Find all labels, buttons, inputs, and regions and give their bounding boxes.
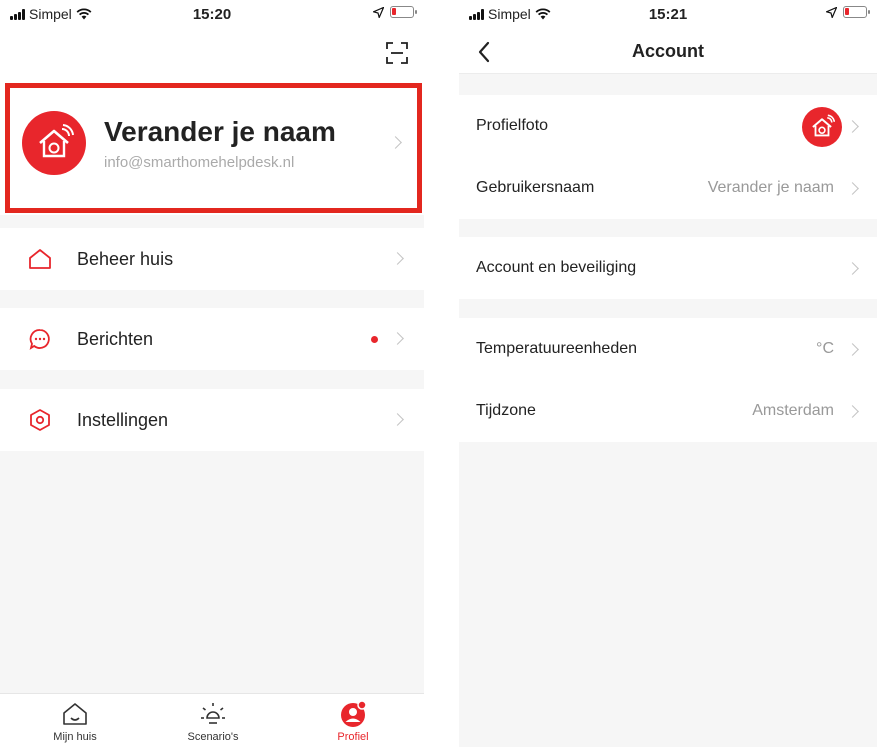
sun-icon xyxy=(201,703,225,724)
menu-item-berichten[interactable]: Berichten xyxy=(0,308,424,370)
profile-screen: Simpel 15:20 Verander je naam info@smart… xyxy=(0,0,424,747)
row-temperatuureenheden[interactable]: Temperatuureenheden °C xyxy=(459,318,877,380)
tab-label: Scenario's xyxy=(187,731,239,743)
clock: 15:21 xyxy=(648,6,688,23)
profile-icon xyxy=(341,700,367,727)
tab-bar: Mijn huis Scenario's Profiel xyxy=(0,693,424,747)
chevron-right-icon xyxy=(391,413,404,426)
account-screen: Simpel 15:21 Account Profielfoto Gebruik… xyxy=(459,0,877,747)
menu-item-beheer-huis[interactable]: Beheer huis xyxy=(0,228,424,290)
page-title: Account xyxy=(632,41,704,61)
menu-item-label: Instellingen xyxy=(77,410,169,430)
row-label: Account en beveiliging xyxy=(476,259,637,276)
nav-bar: Account xyxy=(459,28,877,74)
status-right-icons xyxy=(826,6,870,18)
highlight-box xyxy=(5,83,422,213)
row-label: Profielfoto xyxy=(476,117,549,134)
tab-mijn-huis[interactable]: Mijn huis xyxy=(30,700,120,743)
chevron-right-icon xyxy=(846,120,859,133)
row-account-en-beveiliging[interactable]: Account en beveiliging xyxy=(459,237,877,299)
menu-item-label: Berichten xyxy=(77,329,154,349)
row-profielfoto[interactable]: Profielfoto xyxy=(459,95,877,157)
tab-label: Mijn huis xyxy=(53,731,97,743)
tab-profiel[interactable]: Profiel xyxy=(308,700,398,743)
unread-dot xyxy=(371,336,378,343)
row-gebruikersnaam[interactable]: Gebruikersnaam Verander je naam xyxy=(459,157,877,219)
home-icon xyxy=(63,703,87,725)
battery-icon xyxy=(390,6,417,18)
top-bar xyxy=(0,28,424,80)
status-bar: Simpel 15:20 xyxy=(0,0,424,28)
menu-item-label: Beheer huis xyxy=(77,249,174,269)
chat-bubble-icon xyxy=(29,329,50,350)
status-bar: Simpel 15:21 xyxy=(459,0,877,28)
chevron-right-icon xyxy=(846,182,859,195)
row-label: Temperatuureenheden xyxy=(476,340,638,357)
home-outline-icon xyxy=(29,249,51,269)
row-value: °C xyxy=(816,340,834,357)
smart-home-avatar-icon xyxy=(802,107,842,147)
battery-icon xyxy=(843,6,870,18)
row-label: Tijdzone xyxy=(476,402,536,419)
tab-scenarios[interactable]: Scenario's xyxy=(168,700,258,743)
location-arrow-icon xyxy=(373,6,384,18)
row-label: Gebruikersnaam xyxy=(476,179,595,196)
row-tijdzone[interactable]: Tijdzone Amsterdam xyxy=(459,380,877,442)
chevron-right-icon xyxy=(846,405,859,418)
chevron-right-icon xyxy=(391,332,404,345)
row-value: Verander je naam xyxy=(707,179,834,196)
clock: 15:20 xyxy=(192,6,232,23)
menu-item-instellingen[interactable]: Instellingen xyxy=(0,389,424,451)
status-right-icons xyxy=(373,6,417,18)
hexagon-settings-icon xyxy=(30,409,50,431)
row-value: Amsterdam xyxy=(752,402,834,419)
scan-icon[interactable] xyxy=(386,42,408,64)
tab-label: Profiel xyxy=(337,731,369,743)
chevron-right-icon xyxy=(846,262,859,275)
chevron-right-icon xyxy=(391,252,404,265)
chevron-right-icon xyxy=(846,343,859,356)
location-arrow-icon xyxy=(826,6,837,18)
